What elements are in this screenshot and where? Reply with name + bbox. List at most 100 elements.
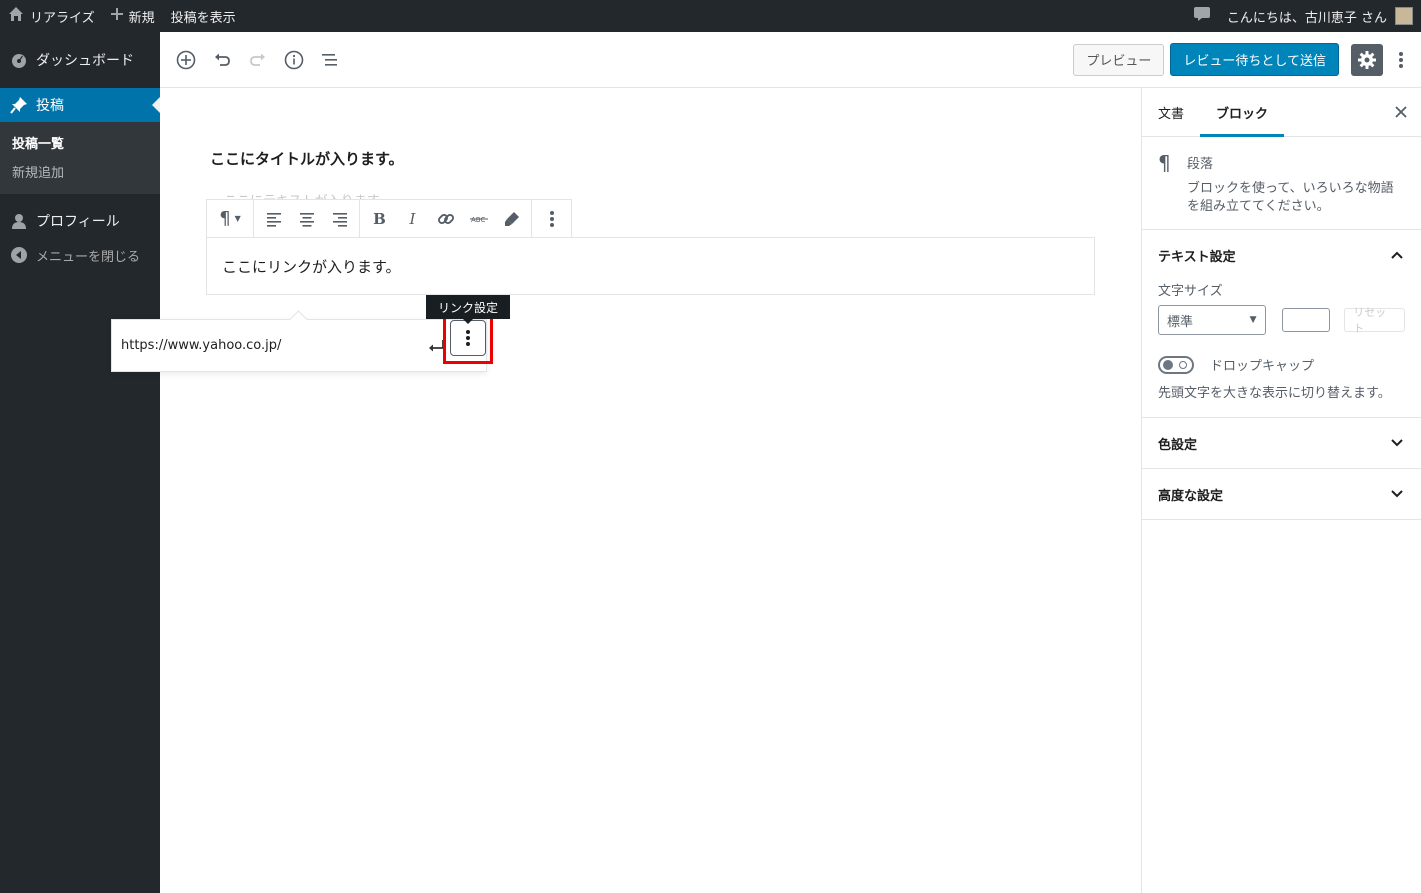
align-center-button[interactable]	[290, 202, 323, 235]
svg-text:ABC: ABC	[471, 216, 485, 224]
site-home-link[interactable]: リアライズ	[0, 0, 103, 32]
align-right-button[interactable]	[323, 202, 356, 235]
plus-icon	[110, 8, 123, 24]
link-popover: https://www.yahoo.co.jp/	[111, 319, 487, 372]
pushpin-icon	[10, 96, 28, 114]
font-size-value: 標準	[1167, 314, 1194, 330]
marker-icon	[504, 211, 519, 226]
font-size-label: 文字サイズ	[1158, 284, 1223, 299]
link-icon	[437, 213, 454, 224]
settings-sidebar: 文書 ブロック ¶ 段落 ブロックを使って、いろいろな物語を組み立ててください。…	[1141, 88, 1421, 893]
vertical-ellipsis-icon	[549, 210, 554, 227]
add-block-button[interactable]	[168, 42, 204, 78]
plus-circle-icon	[176, 50, 196, 69]
sidebar-tabs: 文書 ブロック	[1142, 88, 1421, 137]
align-center-icon	[299, 212, 314, 227]
highlight-button[interactable]	[495, 202, 528, 235]
submit-review-button[interactable]: レビュー待ちとして送信	[1170, 43, 1339, 76]
advanced-settings-toggle[interactable]: 高度な設定	[1142, 469, 1421, 519]
chevron-up-icon	[1389, 247, 1405, 263]
comments-link[interactable]	[1185, 0, 1219, 32]
block-card: ¶ 段落 ブロックを使って、いろいろな物語を組み立ててください。	[1142, 137, 1421, 230]
text-settings-toggle[interactable]: テキスト設定	[1142, 230, 1421, 280]
undo-button[interactable]	[204, 42, 240, 78]
color-settings-toggle[interactable]: 色設定	[1142, 418, 1421, 468]
bold-icon: B	[373, 209, 386, 228]
comment-icon	[1193, 6, 1211, 26]
view-post-label: 投稿を表示	[170, 10, 236, 26]
site-name: リアライズ	[30, 10, 95, 26]
outline-button[interactable]	[312, 42, 348, 78]
panel-title-advanced: 高度な設定	[1158, 488, 1224, 504]
menu-item-posts[interactable]: 投稿	[0, 88, 160, 122]
home-icon	[8, 6, 24, 26]
menu-label-dashboard: ダッシュボード	[36, 53, 134, 69]
drop-cap-label: ドロップキャップ	[1210, 359, 1315, 374]
chevron-down-icon	[1389, 435, 1405, 451]
caret-down-icon: ▼	[1249, 315, 1257, 325]
color-settings-panel: 色設定	[1142, 418, 1421, 469]
submenu-add-new[interactable]: 新規追加	[0, 157, 160, 186]
collapse-menu-button[interactable]: メニューを閉じる	[0, 238, 160, 272]
gear-icon	[1358, 50, 1376, 69]
new-content-link[interactable]: 新規	[103, 0, 163, 32]
greeting: こんにちは、古川恵子 さん	[1226, 10, 1387, 26]
advanced-settings-panel: 高度な設定	[1142, 469, 1421, 520]
tab-document[interactable]: 文書	[1142, 88, 1200, 137]
menu-item-dashboard[interactable]: ダッシュボード	[0, 43, 160, 77]
text-settings-panel: テキスト設定 文字サイズ 標準 ▼ リセット ドロップキャップ 先頭文字を大きな…	[1142, 230, 1421, 418]
submenu-posts-list[interactable]: 投稿一覧	[0, 128, 160, 157]
panel-title-text-settings: テキスト設定	[1158, 249, 1236, 265]
menu-item-profile[interactable]: プロフィール	[0, 204, 160, 238]
reset-button[interactable]: リセット	[1344, 306, 1405, 335]
view-post-link[interactable]: 投稿を表示	[163, 0, 244, 32]
new-label: 新規	[128, 10, 155, 26]
more-menu-button[interactable]	[1389, 44, 1413, 76]
block-toolbar: ¶ ▼ B I ABC	[206, 199, 572, 238]
collapse-label: メニューを閉じる	[36, 249, 141, 265]
drop-cap-toggle[interactable]	[1158, 355, 1194, 374]
block-switcher-button[interactable]: ¶ ▼	[210, 202, 250, 235]
chevron-down-icon	[1389, 486, 1405, 502]
user-icon	[10, 212, 28, 230]
link-settings-tooltip: リンク設定	[426, 295, 511, 324]
settings-button[interactable]	[1351, 43, 1383, 76]
dashboard-icon	[10, 51, 28, 69]
undo-icon	[215, 53, 230, 66]
tab-block[interactable]: ブロック	[1200, 88, 1285, 137]
menu-label-posts: 投稿	[36, 98, 64, 114]
preview-button[interactable]: プレビュー	[1073, 43, 1165, 76]
redo-icon	[250, 53, 265, 66]
editor-header: プレビュー レビュー待ちとして送信	[160, 32, 1421, 88]
info-button[interactable]	[276, 42, 312, 78]
bold-button[interactable]: B	[363, 202, 396, 235]
custom-font-size-input[interactable]	[1281, 308, 1331, 332]
paragraph-block[interactable]: ここにリンクが入ります。	[206, 237, 1095, 295]
admin-bar: リアライズ 新規 投稿を表示 こんにちは、古川恵子 さん	[0, 0, 1421, 32]
link-url-input[interactable]: https://www.yahoo.co.jp/	[121, 338, 421, 353]
strikethrough-button[interactable]: ABC	[462, 202, 495, 235]
block-name: 段落	[1186, 157, 1213, 172]
admin-menu: ダッシュボード 投稿 投稿一覧 新規追加 プロフィール メニューを閉じる	[0, 32, 160, 893]
italic-button[interactable]: I	[396, 202, 429, 235]
list-icon	[322, 53, 337, 66]
caret-down-icon: ▼	[234, 214, 241, 223]
strikethrough-icon: ABC	[469, 216, 488, 224]
panel-title-color-settings: 色設定	[1158, 437, 1198, 453]
close-sidebar-button[interactable]	[1389, 100, 1413, 124]
avatar	[1395, 7, 1413, 25]
align-left-button[interactable]	[257, 202, 290, 235]
font-size-select[interactable]: 標準 ▼	[1158, 305, 1266, 335]
align-left-icon	[266, 212, 281, 227]
vertical-ellipsis-icon	[1399, 51, 1403, 68]
block-description: ブロックを使って、いろいろな物語を組み立ててください。	[1186, 181, 1394, 214]
collapse-arrow-icon	[10, 246, 28, 264]
posts-submenu: 投稿一覧 新規追加	[0, 122, 160, 194]
block-more-button[interactable]	[535, 202, 568, 235]
info-icon	[284, 50, 304, 69]
redo-button[interactable]	[240, 42, 276, 78]
my-account-link[interactable]: こんにちは、古川恵子 さん	[1219, 0, 1421, 32]
editor-canvas: ここにタイトルが入ります。 ここにテキストが入ります。 ¶ ▼ B I ABC …	[160, 88, 1141, 893]
post-title[interactable]: ここにタイトルが入ります。	[210, 148, 404, 169]
link-button[interactable]	[429, 202, 462, 235]
